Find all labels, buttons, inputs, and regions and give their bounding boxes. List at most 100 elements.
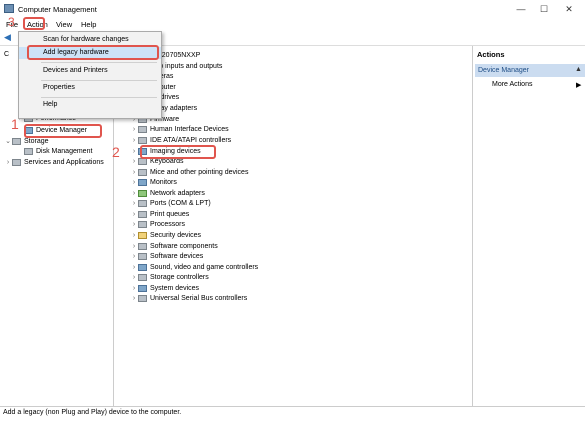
chevron-right-icon[interactable]: › (130, 168, 138, 178)
ide-icon (138, 136, 147, 144)
chevron-right-icon[interactable]: › (130, 157, 138, 167)
device-label: Security devices (150, 232, 201, 239)
device-item[interactable]: › Ports (COM & LPT) (130, 199, 211, 209)
chevron-right-icon[interactable]: › (130, 136, 138, 146)
device-label: Human Interface Devices (150, 126, 229, 133)
device-label: Mice and other pointing devices (150, 169, 249, 176)
menu-item-label: Devices and Printers (43, 67, 108, 74)
device-item[interactable]: › Mice and other pointing devices (130, 168, 248, 178)
menu-view[interactable]: View (56, 20, 72, 29)
chevron-right-icon[interactable]: › (130, 189, 138, 199)
chevron-right-icon[interactable]: › (130, 199, 138, 209)
menu-item-label: Help (43, 101, 58, 108)
device-label: Processors (150, 221, 186, 228)
chevron-right-icon[interactable]: › (130, 252, 138, 262)
chevron-right-icon[interactable]: › (130, 263, 138, 273)
menu-separator (41, 80, 157, 81)
device-label: Sound, video and game controllers (150, 264, 259, 271)
device-item[interactable]: › Network adapters (130, 189, 205, 199)
device-item[interactable]: › Security devices (130, 231, 201, 241)
device-item[interactable]: › Software components (130, 242, 218, 252)
device-label: Keyboards (150, 158, 184, 165)
menu-help[interactable]: Help (81, 20, 96, 29)
menu-bar: File Action View Help (0, 18, 585, 31)
tree-item-label: Services and Applications (24, 159, 104, 166)
window-title: Computer Management (18, 5, 97, 14)
processor-icon (138, 220, 147, 228)
device-item[interactable]: › Storage controllers (130, 273, 209, 283)
chevron-right-icon[interactable]: › (130, 231, 138, 241)
tree-item-storage[interactable]: ⌄ Storage (4, 137, 49, 147)
menu-separator (41, 97, 157, 98)
actions-selected-label: Device Manager (478, 67, 529, 74)
device-item[interactable]: › Print queues (130, 210, 189, 220)
status-text: Add a legacy (non Plug and Play) device … (3, 409, 182, 416)
device-item[interactable]: › Universal Serial Bus controllers (130, 294, 247, 304)
chevron-right-icon[interactable]: › (130, 294, 138, 304)
menu-item-label: Properties (43, 84, 75, 91)
device-label: Ports (COM & LPT) (150, 200, 211, 207)
tree-item-services[interactable]: › Services and Applications (4, 158, 104, 168)
device-label: Universal Serial Bus controllers (150, 295, 248, 302)
chevron-right-icon[interactable]: › (130, 242, 138, 252)
actions-header: Actions (477, 50, 505, 59)
chevron-right-icon[interactable]: › (130, 125, 138, 135)
device-label: Storage controllers (150, 274, 209, 281)
menu-item-devices-printers[interactable]: Devices and Printers (19, 65, 161, 77)
device-tree: 0220705NXXP ›udio inputs and outputs ›am… (116, 46, 470, 406)
device-item[interactable]: › Processors (130, 220, 185, 230)
close-icon[interactable]: ✕ (558, 3, 580, 15)
back-icon[interactable]: ◀ (4, 32, 11, 43)
menu-item-help[interactable]: Help (19, 99, 161, 111)
device-label: Monitors (150, 179, 177, 186)
sound-icon (138, 263, 147, 271)
minimize-icon[interactable]: — (510, 3, 532, 15)
chevron-down-icon[interactable]: ⌄ (4, 137, 12, 147)
mouse-icon (138, 168, 147, 176)
device-label: Network adapters (150, 190, 205, 197)
network-icon (138, 189, 147, 197)
storage-controller-icon (138, 273, 147, 281)
usb-icon (138, 294, 147, 302)
chevron-right-icon[interactable]: ▶ (576, 81, 581, 89)
menu-item-properties[interactable]: Properties (19, 82, 161, 94)
device-item[interactable]: › Software devices (130, 252, 203, 262)
port-icon (138, 199, 147, 207)
device-label: IDE ATA/ATAPI controllers (150, 137, 232, 144)
chevron-right-icon[interactable]: › (130, 220, 138, 230)
system-icon (138, 284, 147, 292)
step-label-1: 1 (11, 116, 19, 132)
chevron-right-icon[interactable]: › (130, 178, 138, 188)
title-bar: Computer Management — ☐ ✕ (0, 0, 585, 18)
tree-root-label[interactable]: C (4, 50, 9, 60)
actions-pane: Actions Device Manager ▲ More Actions ▶ (472, 46, 585, 406)
tree-item-label: Storage (24, 138, 49, 145)
menu-separator (41, 62, 157, 63)
device-label: Print queues (150, 211, 190, 218)
device-item[interactable]: › Sound, video and game controllers (130, 263, 258, 273)
hid-icon (138, 125, 147, 133)
disk-icon (24, 147, 33, 155)
chevron-up-icon[interactable]: ▲ (575, 66, 582, 73)
actions-selected[interactable]: Device Manager ▲ (475, 64, 585, 77)
device-item[interactable]: › Human Interface Devices (130, 125, 229, 135)
more-actions-link[interactable]: More Actions (492, 81, 532, 88)
chevron-right-icon[interactable]: › (130, 284, 138, 294)
chevron-right-icon[interactable]: › (130, 210, 138, 220)
highlight-add-legacy (27, 45, 159, 60)
step-label-3: 3 (8, 15, 15, 29)
tree-item-disk-management[interactable]: Disk Management (24, 147, 92, 157)
security-icon (138, 231, 147, 239)
highlight-device-manager (24, 124, 102, 138)
chevron-right-icon[interactable]: › (130, 147, 138, 157)
chevron-right-icon[interactable]: › (130, 273, 138, 283)
device-label: System devices (150, 285, 200, 292)
device-label: Software devices (150, 253, 204, 260)
services-icon (12, 158, 21, 166)
monitor-icon (138, 178, 147, 186)
device-item[interactable]: › Monitors (130, 178, 177, 188)
chevron-right-icon[interactable]: › (4, 158, 12, 168)
maximize-icon[interactable]: ☐ (533, 3, 555, 15)
device-item[interactable]: › System devices (130, 284, 199, 294)
printer-icon (138, 210, 147, 218)
